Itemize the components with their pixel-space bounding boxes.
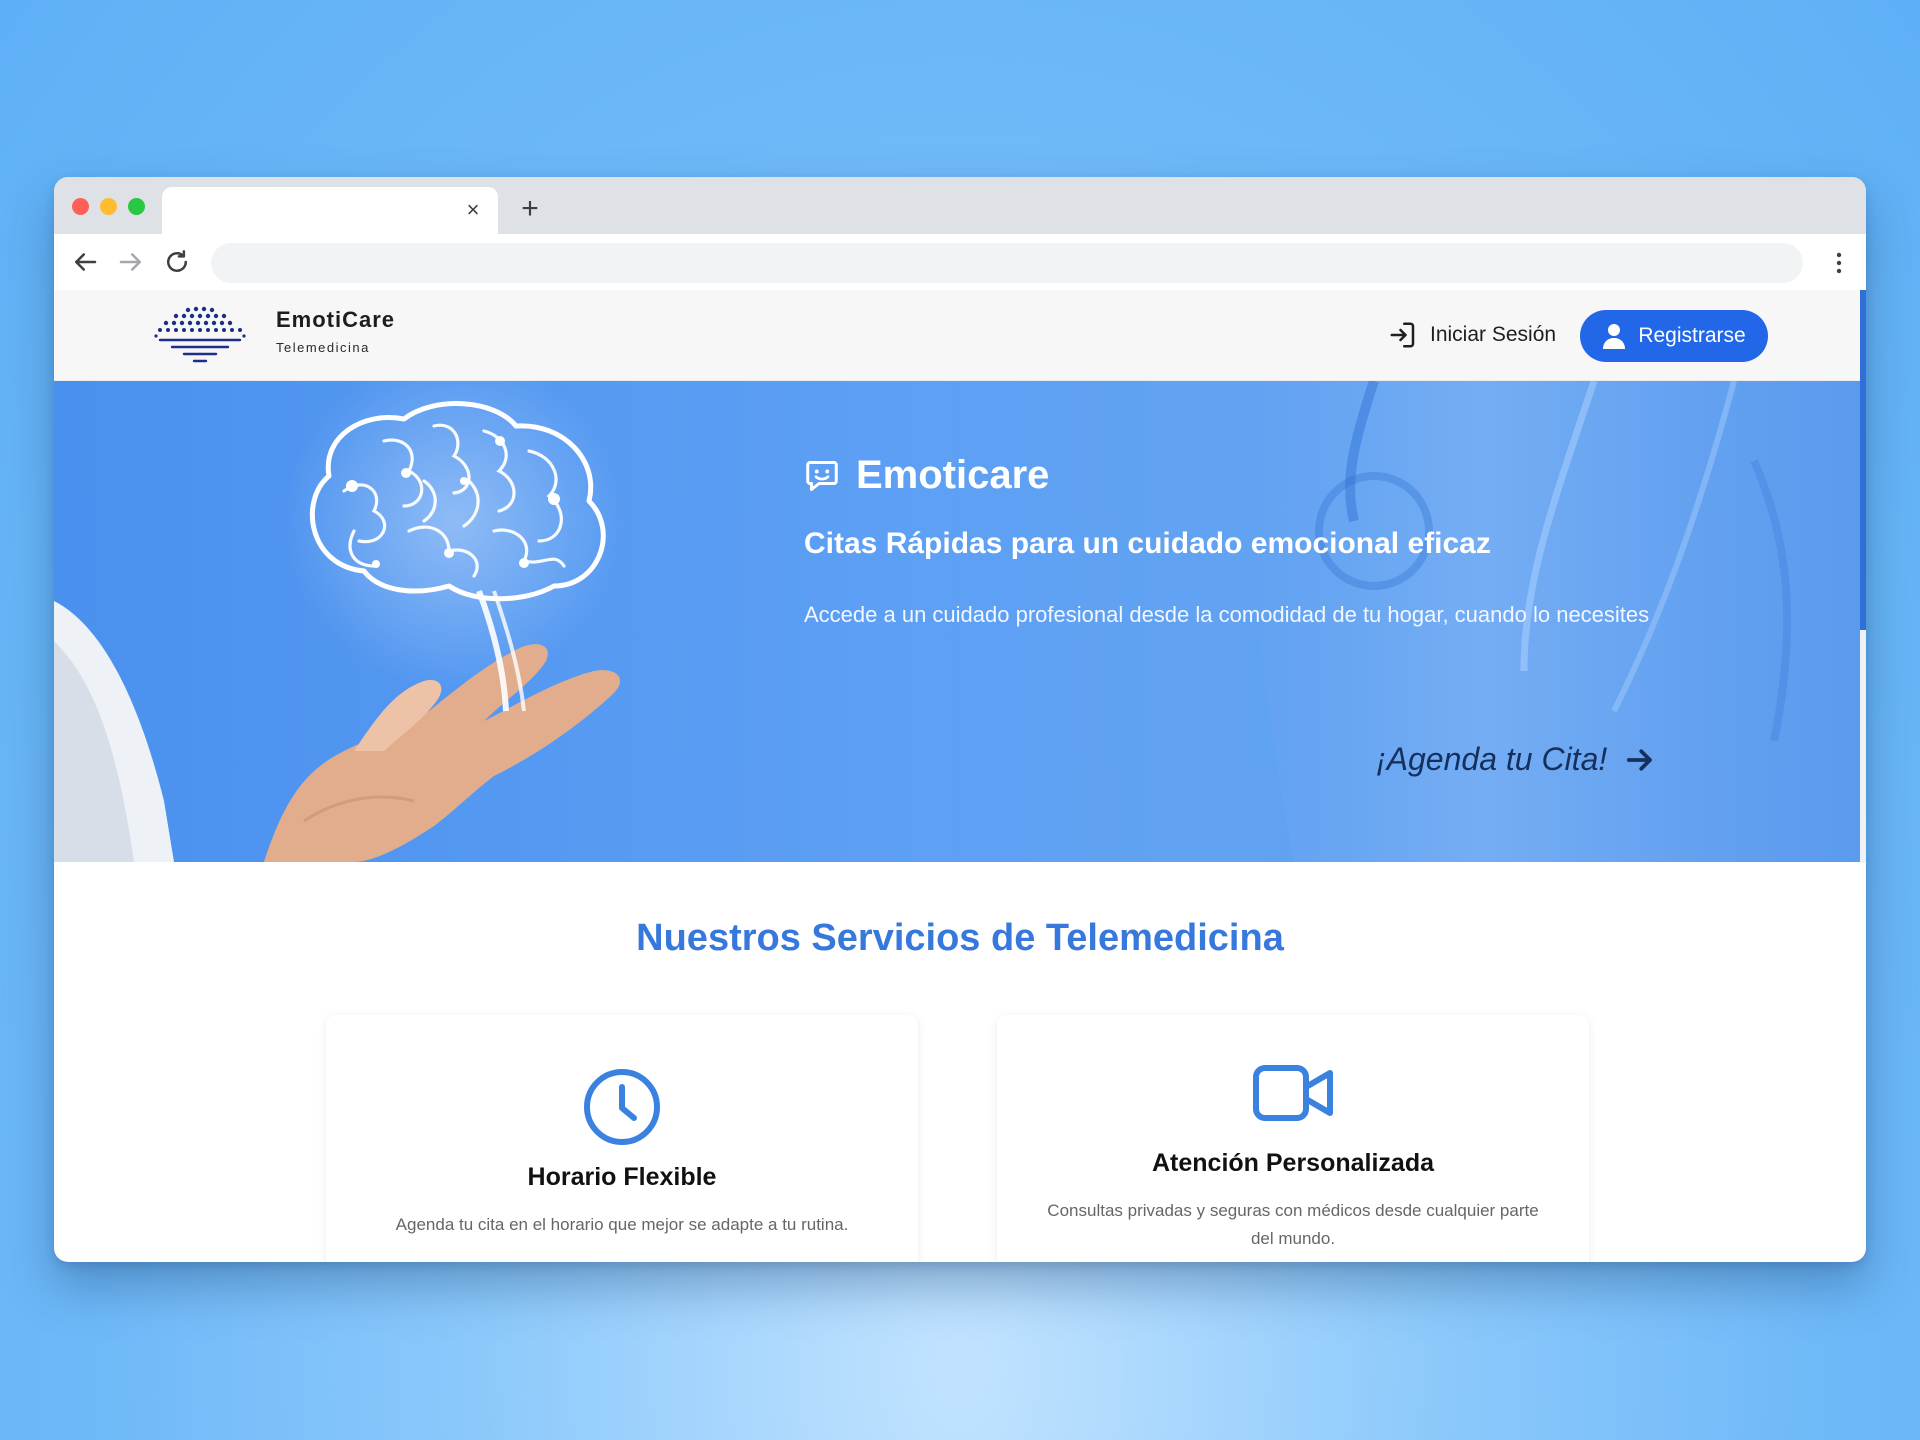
service-card-personalized-care[interactable]: Atención Personalizada Consultas privada…	[997, 1015, 1589, 1262]
service-card-title: Horario Flexible	[527, 1163, 717, 1191]
service-card-description: Agenda tu cita en el horario que mejor s…	[395, 1215, 849, 1234]
hero-title: Emoticare	[804, 453, 1049, 498]
forward-arrow-icon[interactable]	[116, 247, 146, 277]
brand-tagline: Telemedicina	[276, 340, 370, 355]
arrow-right-icon	[1627, 748, 1653, 771]
schedule-appointment-link[interactable]: ¡Agenda tu Cita!	[1376, 741, 1655, 778]
cta-label: ¡Agenda tu Cita!	[1376, 741, 1608, 777]
browser-menu-icon[interactable]	[1834, 248, 1844, 278]
clock-icon	[582, 1067, 662, 1152]
service-card-flexible-schedule[interactable]: Horario Flexible Agenda tu cita en el ho…	[326, 1015, 918, 1262]
video-camera-icon	[1253, 1065, 1333, 1126]
hero-subtitle: Citas Rápidas para un cuidado emocional …	[804, 527, 1491, 560]
address-bar[interactable]	[211, 243, 1803, 283]
brand-name[interactable]: EmotiCare	[276, 307, 395, 333]
login-link[interactable]: Iniciar Sesión	[1388, 318, 1556, 352]
user-icon	[1603, 324, 1626, 349]
minimize-window-button[interactable]	[100, 198, 117, 215]
page-scrollbar-track[interactable]	[1860, 630, 1866, 863]
chat-smile-icon	[806, 460, 838, 491]
register-label: Registrarse	[1638, 324, 1746, 347]
service-card-title: Atención Personalizada	[1151, 1149, 1435, 1177]
login-label: Iniciar Sesión	[1430, 323, 1557, 346]
back-arrow-icon[interactable]	[70, 247, 100, 277]
services-section-title: Nuestros Servicios de Telemedicina	[636, 917, 1284, 959]
maximize-window-button[interactable]	[128, 198, 145, 215]
site-header: EmotiCare Telemedicina Iniciar Sesión Re…	[54, 290, 1866, 381]
close-window-button[interactable]	[72, 198, 89, 215]
new-tab-button[interactable]: +	[512, 191, 548, 227]
browser-tab-bar: × +	[54, 177, 1866, 234]
hero-title-text: Emoticare	[856, 453, 1050, 497]
emoticare-logo-icon[interactable]	[152, 304, 248, 368]
browser-toolbar	[54, 234, 1866, 290]
register-button[interactable]: Registrarse	[1580, 310, 1768, 362]
page-scrollbar-thumb[interactable]	[1860, 290, 1866, 630]
tab-close-icon[interactable]: ×	[460, 197, 486, 223]
login-icon	[1390, 322, 1415, 348]
service-card-description: Consultas privadas y seguras con médicos…	[1047, 1201, 1539, 1248]
hero-banner: Emoticare Citas Rápidas para un cuidado …	[54, 381, 1860, 862]
browser-window: × + EmotiCare Telemedicina Iniciar Sesió…	[54, 177, 1866, 1262]
reload-icon[interactable]	[162, 247, 192, 277]
hero-description: Accede a un cuidado profesional desde la…	[804, 602, 1650, 627]
browser-tab[interactable]: ×	[162, 187, 498, 234]
